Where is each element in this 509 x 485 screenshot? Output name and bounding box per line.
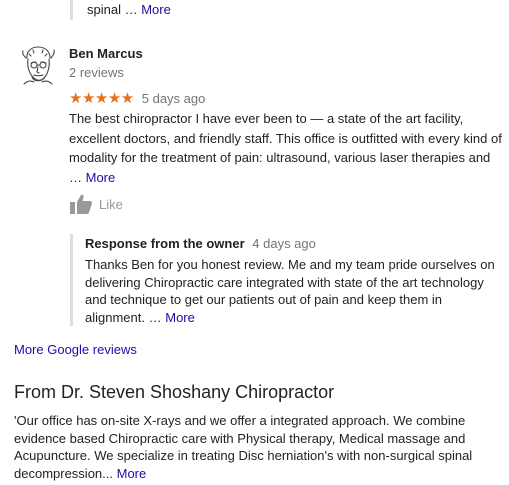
previous-owner-response-ellipsis: …: [124, 2, 138, 17]
review-text: The best chiropractor I have ever been t…: [69, 109, 509, 187]
previous-owner-response-text: spinal: [87, 2, 121, 17]
owner-response-text: Thanks Ben for you honest review. Me and…: [85, 256, 503, 326]
review-date: 5 days ago: [141, 90, 206, 106]
owner-response-more-link[interactable]: More: [165, 310, 195, 325]
like-button[interactable]: Like: [70, 194, 123, 214]
previous-owner-response-more-link[interactable]: More: [141, 2, 171, 17]
owner-response-date: 4 days ago: [252, 236, 316, 251]
owner-response-title: Response from the owner: [85, 236, 245, 251]
rating-row: ★★★★★ 5 days ago: [69, 89, 205, 107]
star-rating: ★★★★★: [69, 90, 134, 107]
previous-owner-response: spinal … More: [70, 0, 171, 20]
from-business-description: 'Our office has on-site X-rays and we of…: [14, 412, 494, 482]
more-google-reviews-link[interactable]: More Google reviews: [14, 342, 137, 357]
from-business-title: From Dr. Steven Shoshany Chiropractor: [14, 382, 335, 402]
owner-response: Response from the owner 4 days ago Thank…: [70, 234, 504, 326]
owner-response-body: Thanks Ben for you honest review. Me and…: [85, 257, 495, 325]
review-body: The best chiropractor I have ever been t…: [69, 111, 502, 165]
sketch-avatar-icon[interactable]: [18, 44, 58, 86]
reviewer-name[interactable]: Ben Marcus: [69, 46, 143, 61]
like-label: Like: [99, 196, 123, 212]
from-business-text: 'Our office has on-site X-rays and we of…: [14, 413, 473, 481]
review-ellipsis: …: [69, 169, 82, 185]
owner-response-ellipsis: …: [148, 309, 162, 325]
reviewer-review-count: 2 reviews: [69, 65, 124, 80]
review-more-link[interactable]: More: [86, 170, 116, 185]
from-business-more-link[interactable]: More: [117, 466, 147, 481]
thumbs-up-icon: [70, 194, 92, 214]
